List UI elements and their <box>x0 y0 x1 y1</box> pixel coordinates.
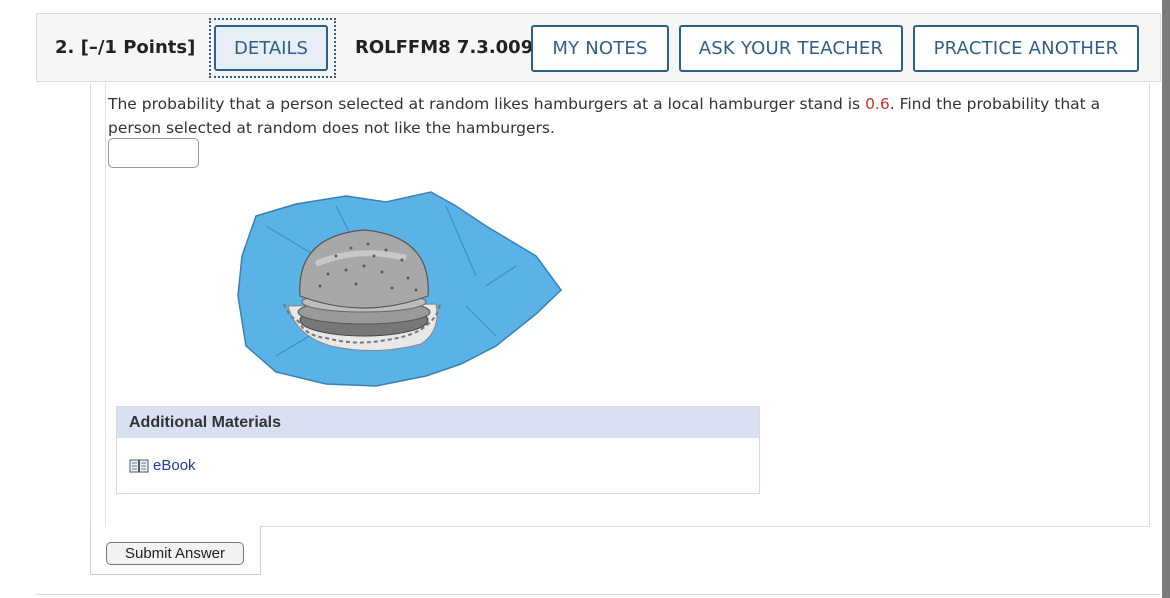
ebook-label[interactable]: eBook <box>153 457 196 474</box>
question-text: The probability that a person selected a… <box>108 92 1138 140</box>
answer-input[interactable] <box>108 138 199 168</box>
book-icon <box>129 459 149 472</box>
submit-answer-button[interactable]: Submit Answer <box>106 542 244 565</box>
practice-another-button[interactable]: PRACTICE ANOTHER <box>913 25 1139 72</box>
ask-teacher-button[interactable]: ASK YOUR TEACHER <box>679 25 903 72</box>
ebook-link[interactable]: eBook <box>129 457 196 474</box>
question-points: 2. [–/1 Points] <box>55 37 196 58</box>
problem-code: ROLFFM8 7.3.009. <box>355 37 541 58</box>
next-question-divider <box>36 594 1161 595</box>
my-notes-button[interactable]: MY NOTES <box>531 25 669 72</box>
additional-materials-heading: Additional Materials <box>117 407 759 438</box>
scrollbar[interactable] <box>1162 0 1170 598</box>
question-text-start: The probability that a person selected a… <box>108 95 866 113</box>
additional-materials-panel: Additional Materials eBook <box>116 406 760 494</box>
probability-value: 0.6 <box>865 95 890 113</box>
hamburger-image <box>237 191 562 387</box>
details-button[interactable]: DETAILS <box>214 25 328 71</box>
